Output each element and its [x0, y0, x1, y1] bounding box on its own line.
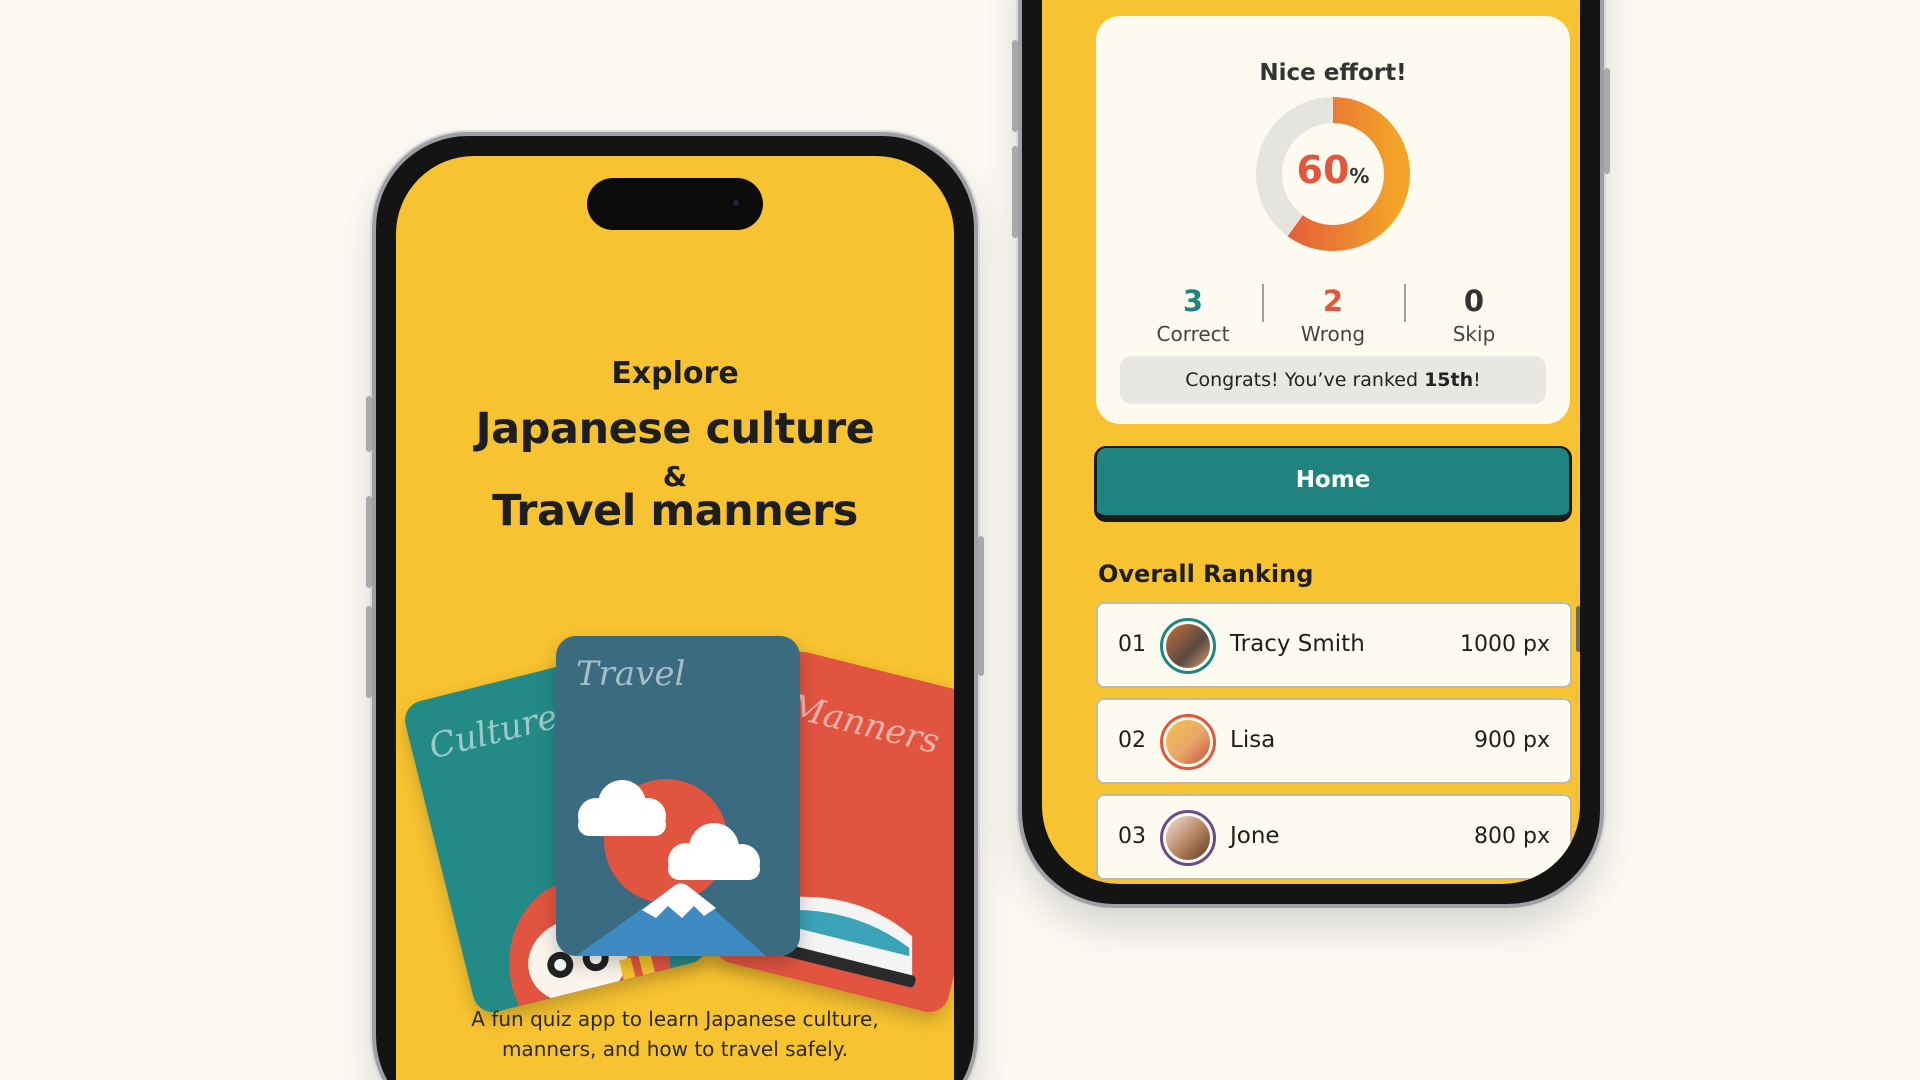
- tagline-line-2: manners, and how to travel safely.: [501, 1037, 849, 1061]
- score-unit: %: [1349, 164, 1370, 188]
- stat-skip-label: Skip: [1452, 322, 1496, 346]
- stat-wrong-label: Wrong: [1300, 322, 1366, 346]
- dynamic-island: [587, 178, 763, 230]
- intro-heading-culture: Japanese culture: [475, 404, 875, 454]
- stat-wrong: 2 Wrong: [1263, 284, 1403, 346]
- ranking-row[interactable]: 01 Tracy Smith 1000 px: [1096, 602, 1572, 688]
- ranking-score: 900 px: [1474, 728, 1550, 753]
- side-button: [366, 606, 372, 698]
- stat-wrong-value: 2: [1322, 284, 1344, 318]
- ranking-name: Tracy Smith: [1230, 631, 1365, 657]
- ranking-scrollbar[interactable]: [1576, 606, 1580, 652]
- stat-correct-label: Correct: [1156, 322, 1230, 346]
- side-button: [366, 496, 372, 588]
- ranking-list[interactable]: 01 Tracy Smith 1000 px 02 Lisa 900 px 03…: [1096, 602, 1572, 884]
- intro-heading-manners: Travel manners: [492, 486, 858, 536]
- score-value: 60: [1296, 148, 1350, 192]
- congrats-banner: Congrats! You’ve ranked 15th!: [1120, 356, 1546, 404]
- avatar: [1160, 618, 1216, 674]
- card-travel[interactable]: Travel: [556, 636, 800, 956]
- ranking-name: Lisa: [1230, 727, 1276, 753]
- side-button: [1012, 40, 1018, 132]
- stat-correct-value: 3: [1182, 284, 1204, 318]
- phone-right: Nice effort! 60% 3 Correct 2 Wrong 0 Ski…: [1012, 0, 1610, 908]
- home-button[interactable]: Home: [1094, 446, 1572, 522]
- avatar-image: [1166, 720, 1210, 764]
- score-label: 60%: [1255, 148, 1411, 192]
- ranking-score: 1000 px: [1460, 632, 1550, 657]
- showcase-stage: Explore Japanese culture & Travel manner…: [0, 0, 1920, 1080]
- ranking-title: Overall Ranking: [1098, 560, 1314, 588]
- camera-dot: [733, 200, 739, 206]
- phone-left: Explore Japanese culture & Travel manner…: [366, 132, 984, 1080]
- stat-skip-value: 0: [1463, 284, 1485, 318]
- result-screen: Nice effort! 60% 3 Correct 2 Wrong 0 Ski…: [1042, 0, 1580, 884]
- congrats-rank: 15th: [1424, 369, 1474, 391]
- side-button: [366, 396, 372, 452]
- congrats-text: Congrats! You’ve ranked: [1185, 369, 1425, 391]
- stat-correct: 3 Correct: [1123, 284, 1263, 346]
- intro-explore: Explore: [611, 356, 739, 391]
- side-button: [1012, 146, 1018, 238]
- ranking-position: 03: [1118, 824, 1146, 849]
- ranking-position: 01: [1118, 632, 1146, 657]
- stat-skip: 0 Skip: [1404, 284, 1544, 346]
- ranking-position: 02: [1118, 728, 1146, 753]
- result-title: Nice effort!: [1259, 60, 1407, 86]
- intro-tagline: A fun quiz app to learn Japanese culture…: [426, 1004, 924, 1064]
- mount-fuji-illustration: [576, 779, 766, 956]
- side-button: [1604, 68, 1610, 174]
- avatar-image: [1166, 816, 1210, 860]
- side-button: [978, 536, 984, 676]
- avatar-image: [1166, 624, 1210, 668]
- congrats-suffix: !: [1473, 369, 1481, 391]
- tagline-line-1: A fun quiz app to learn Japanese culture…: [471, 1007, 879, 1031]
- avatar: [1160, 810, 1216, 866]
- score-donut: 60%: [1255, 96, 1411, 252]
- ranking-name: Jone: [1230, 823, 1280, 849]
- intro-screen: Explore Japanese culture & Travel manner…: [396, 156, 954, 1080]
- avatar: [1160, 714, 1216, 770]
- result-card: Nice effort! 60% 3 Correct 2 Wrong 0 Ski…: [1096, 16, 1570, 424]
- ranking-score: 800 px: [1474, 824, 1550, 849]
- ranking-row[interactable]: 02 Lisa 900 px: [1096, 698, 1572, 784]
- ranking-row[interactable]: 03 Jone 800 px: [1096, 794, 1572, 880]
